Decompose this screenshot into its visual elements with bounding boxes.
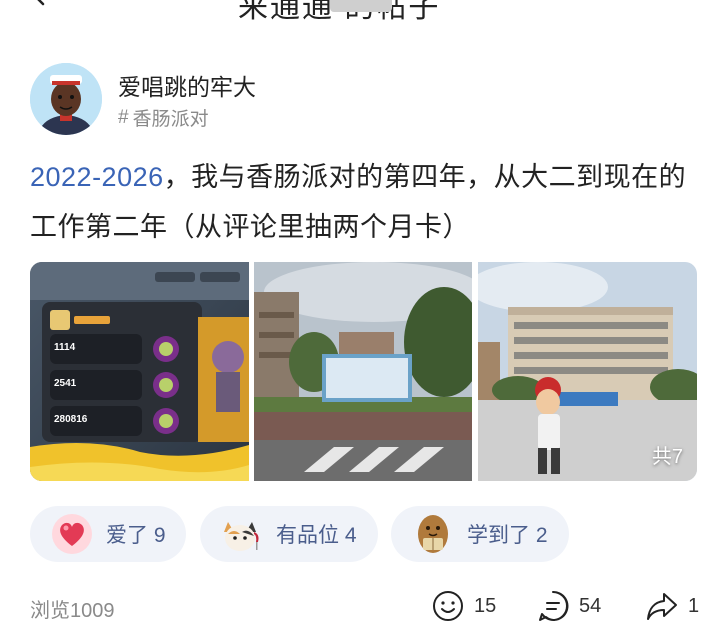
cat-wine-icon <box>224 522 259 551</box>
reaction-label: 有品位 4 <box>276 524 357 547</box>
post-image-2[interactable] <box>254 262 472 481</box>
hash-icon: # <box>118 106 129 128</box>
post-image-1[interactable]: 1114 2541 280816 <box>30 262 249 481</box>
share-button[interactable]: 1 <box>646 588 699 624</box>
heart-icon <box>52 514 92 554</box>
avatar[interactable] <box>30 63 102 135</box>
avatar-image <box>30 63 102 135</box>
reaction-label: 爱了 9 <box>106 524 166 547</box>
reaction-taste-button[interactable]: 有品位 4 <box>200 506 378 562</box>
potato-book-icon <box>418 515 448 553</box>
game-stat-1: 1114 <box>54 342 76 353</box>
post-body: 2022-2026，我与香肠派对的第四年，从大二到现在的工作第二年（从评论里抽两… <box>30 152 702 252</box>
image-count-badge: 共7 <box>651 446 683 468</box>
topic-label: 香肠派对 <box>132 109 209 130</box>
share-count: 1 <box>688 594 700 617</box>
reaction-label: 学到了 2 <box>467 524 548 547</box>
post-image-3[interactable]: 共7 <box>478 262 697 481</box>
comment-icon <box>539 590 569 621</box>
game-stat-3: 280816 <box>54 414 88 425</box>
share-icon <box>647 593 677 620</box>
reaction-learned-button[interactable]: 学到了 2 <box>391 506 569 562</box>
game-stat-2: 2541 <box>54 378 77 389</box>
like-button[interactable]: 15 <box>432 588 496 624</box>
post-link[interactable]: 2022-2026 <box>30 162 164 192</box>
comment-count: 54 <box>579 594 602 617</box>
smile-icon <box>433 591 463 621</box>
back-arrow-icon[interactable] <box>28 0 50 6</box>
author-name[interactable]: 爱唱跳的牢大 <box>118 68 256 102</box>
view-count: 浏览1009 <box>30 600 115 622</box>
top-bar: 来通通 的帖子 <box>0 0 720 24</box>
comment-button[interactable]: 54 <box>537 588 601 624</box>
like-count: 15 <box>474 594 497 617</box>
topic-tag[interactable]: # 香肠派对 <box>118 104 209 131</box>
campus-banner-photo <box>254 262 472 481</box>
title-redaction <box>330 0 392 12</box>
game-screenshot-image: 1114 2541 280816 <box>30 262 249 481</box>
reaction-love-button[interactable]: 爱了 9 <box>30 506 186 562</box>
